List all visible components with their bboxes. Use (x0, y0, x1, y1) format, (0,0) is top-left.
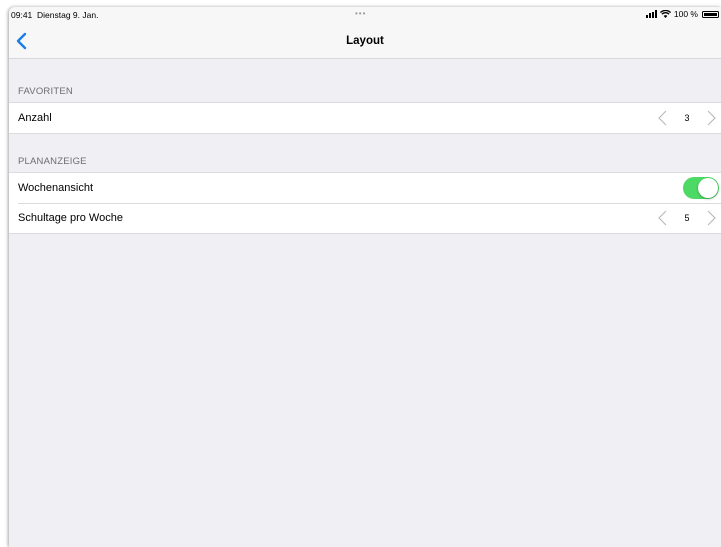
anzahl-stepper[interactable]: 3 (656, 109, 718, 127)
stepper-decrement-button[interactable] (656, 109, 670, 127)
signal-icon (645, 10, 657, 18)
battery-icon (702, 10, 719, 18)
status-time-date: 09:41 Dienstag 9. Jan. (11, 10, 99, 20)
chevron-left-icon (16, 32, 27, 50)
row-wochenansicht: Wochenansicht (9, 173, 721, 203)
wifi-icon (659, 10, 671, 18)
row-label: Schultage pro Woche (18, 212, 123, 224)
page-title: Layout (346, 35, 384, 47)
stepper-increment-button[interactable] (704, 209, 718, 227)
back-button[interactable] (13, 31, 33, 51)
chevron-right-icon (707, 210, 716, 226)
status-indicators: 100 % (645, 9, 719, 19)
chevron-left-icon (658, 110, 667, 126)
section-header-favoriten: FAVORITEN (18, 86, 73, 97)
battery-percent: 100 % (673, 9, 698, 19)
status-bar: 09:41 Dienstag 9. Jan. ••• 100 % (9, 7, 721, 23)
row-schultage-pro-woche: Schultage pro Woche 5 (9, 203, 721, 233)
group-favoriten: Anzahl 3 (9, 102, 721, 134)
row-anzahl: Anzahl 3 (9, 103, 721, 133)
device-screen: 09:41 Dienstag 9. Jan. ••• 100 % Layout … (9, 7, 721, 547)
group-plananzeige: Wochenansicht Schultage pro Woche 5 (9, 172, 721, 234)
toggle-knob (698, 178, 718, 198)
row-label: Wochenansicht (18, 182, 94, 194)
stepper-increment-button[interactable] (704, 109, 718, 127)
schultage-stepper[interactable]: 5 (656, 209, 718, 227)
wochenansicht-toggle[interactable] (683, 177, 719, 199)
stepper-value: 5 (684, 213, 690, 223)
section-header-plananzeige: PLANANZEIGE (18, 156, 87, 167)
multitasking-dots[interactable]: ••• (355, 9, 366, 18)
chevron-left-icon (658, 210, 667, 226)
stepper-value: 3 (684, 113, 690, 123)
row-label: Anzahl (18, 112, 52, 124)
navigation-bar: Layout (9, 23, 721, 59)
stepper-decrement-button[interactable] (656, 209, 670, 227)
chevron-right-icon (707, 110, 716, 126)
